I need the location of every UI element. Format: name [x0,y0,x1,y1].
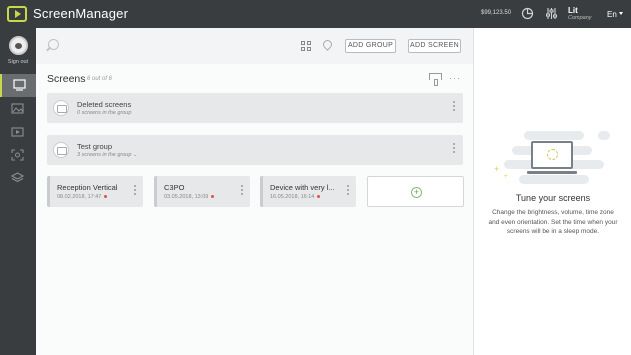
illustration-cloud [598,131,610,140]
more-vertical-icon[interactable] [241,185,243,197]
search-icon[interactable] [48,39,59,50]
illustration-cloud [524,131,584,140]
pie-chart-icon[interactable] [520,7,534,21]
screen-date: 03.05.2018, 13:09 [164,194,215,200]
monitor-stand [527,171,577,174]
user-name[interactable]: Lit [568,6,578,15]
screen-date-text: 16.05.2018, 16:14 [270,194,315,200]
offline-status-dot [104,195,108,199]
screen-date: 08.02.2018, 17:47 [57,194,108,200]
sidebar-item-screens[interactable] [0,74,36,97]
info-description: Change the brightness, volume, time zone… [488,209,618,235]
page-title: Screens [47,73,86,85]
top-bar: ScreenManager $99,123.50 Lit Company En [0,0,631,28]
group-screen-count: 0 screens in the group [77,110,132,116]
sidebar-item-layers[interactable] [0,167,36,190]
group-name: Test group [77,142,113,151]
screen-name: C3PO [164,183,185,192]
screen-date: 16.05.2018, 16:14 [270,194,321,200]
gear-icon [547,149,558,160]
chevron-down-icon[interactable] [619,12,623,15]
screen-card[interactable]: Reception Vertical 08.02.2018, 17:47 [47,176,143,207]
offline-status-dot [211,195,215,199]
sparkle-icon: + [504,174,508,180]
play-logo-icon [7,6,27,22]
language-selector[interactable]: En [607,10,617,19]
sidebar-item-video[interactable] [0,121,36,144]
avatar[interactable] [9,36,28,55]
monitor-illustration-icon [531,141,573,169]
screen-card[interactable]: C3PO 03.05.2018, 13:09 [154,176,250,207]
main-panel: ADD GROUP ADD SCREEN Screens 6 out of 6 … [36,28,473,355]
group-icon [53,142,69,158]
chevron-down-icon[interactable]: ⌄ [133,152,137,158]
toolbar: ADD GROUP ADD SCREEN [36,28,473,64]
balance: $99,123.50 [481,10,512,16]
screens-count: 6 out of 6 [87,76,113,82]
video-icon [11,127,24,137]
more-vertical-icon[interactable] [453,101,455,113]
map-pin-icon[interactable] [321,38,334,51]
illustration-cloud [519,175,589,184]
group-row-test[interactable]: Test group 3 screens in the group ⌄ [47,135,463,165]
group-screen-count: 3 screens in the group ⌄ [77,152,137,158]
sidebar: Sign out [0,28,36,355]
screen-name: Device with very l... [270,183,335,192]
image-icon [11,103,24,114]
sliders-icon[interactable] [544,7,558,21]
add-screen-button[interactable]: ADD SCREEN [408,39,461,53]
screen-name: Reception Vertical [57,183,118,192]
more-vertical-icon[interactable] [347,185,349,197]
screen-card[interactable]: Device with very l... 16.05.2018, 16:14 [260,176,356,207]
screen-date-text: 03.05.2018, 13:09 [164,194,209,200]
sparkle-icon: + [494,164,500,174]
monitor-icon [13,79,26,91]
add-screen-card[interactable]: + [367,176,464,207]
group-row-deleted[interactable]: Deleted screens 0 screens in the group [47,93,463,123]
offline-status-dot [317,195,321,199]
group-name: Deleted screens [77,100,132,109]
screen-date-text: 08.02.2018, 17:47 [57,194,102,200]
more-vertical-icon[interactable] [134,185,136,197]
filter-icon[interactable] [429,73,442,86]
group-icon [53,100,69,116]
sign-out-link[interactable]: Sign out [0,59,36,65]
group-screen-count-text: 3 screens in the group [77,152,132,158]
sidebar-item-images[interactable] [0,98,36,121]
info-panel: + + Tune your screens Change the brightn… [473,28,631,355]
sidebar-item-scan[interactable] [0,144,36,167]
plus-icon[interactable]: + [411,187,422,198]
more-vertical-icon[interactable] [453,143,455,155]
info-title: Tune your screens [515,193,591,203]
user-role: Company [568,15,592,21]
app-title: ScreenManager [33,6,129,21]
more-horizontal-icon[interactable]: ··· [449,74,461,83]
grid-view-icon[interactable] [301,41,312,52]
add-group-button[interactable]: ADD GROUP [345,39,396,53]
scan-icon [11,149,24,161]
layers-icon [11,172,24,183]
